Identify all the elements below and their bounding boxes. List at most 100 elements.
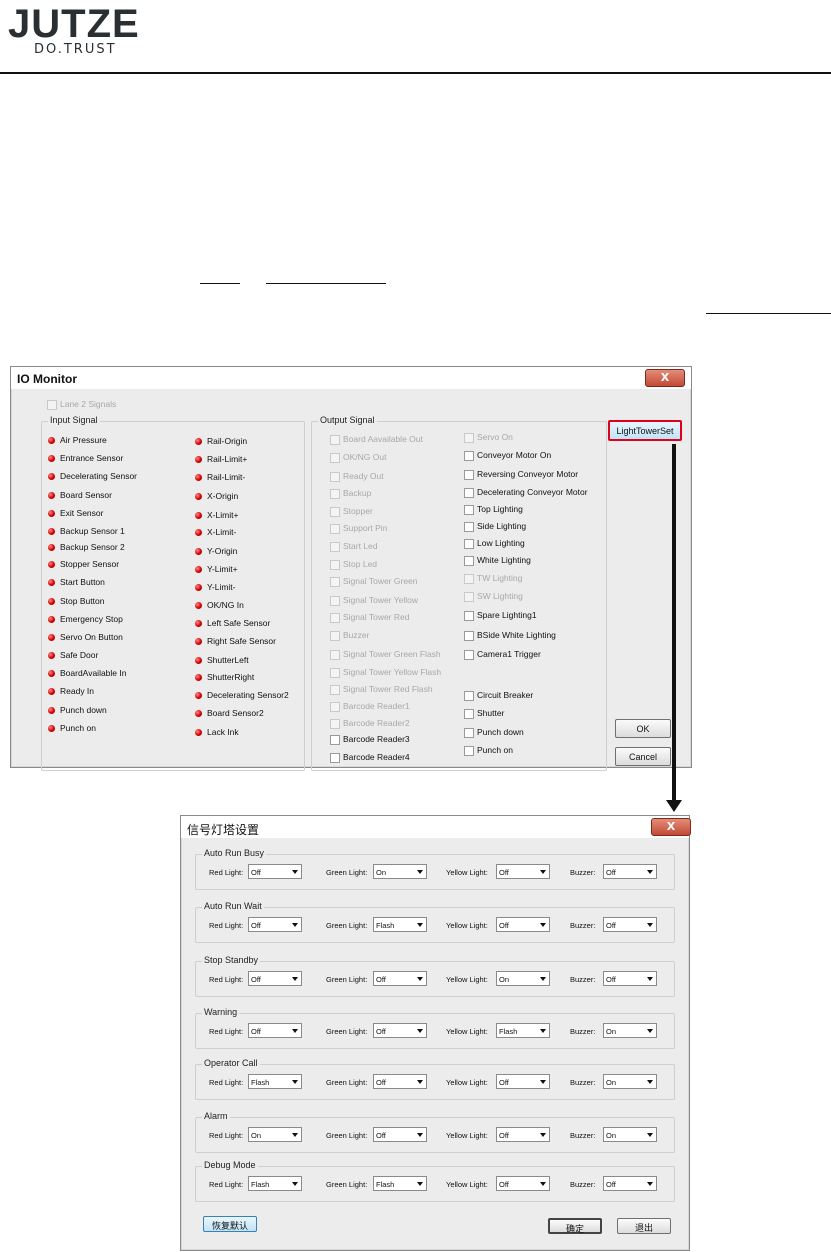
- output-signal-label: Backup: [343, 488, 372, 498]
- input-signal-label: Punch down: [60, 705, 107, 715]
- status-led-icon: [48, 455, 55, 462]
- output-signal-checkbox[interactable]: [330, 753, 340, 763]
- light-state-select[interactable]: On: [373, 864, 427, 879]
- chevron-down-icon: [647, 1133, 653, 1137]
- light-state-select[interactable]: Off: [373, 1023, 427, 1038]
- chevron-down-icon: [417, 1029, 423, 1033]
- status-led-icon: [195, 692, 202, 699]
- ok-button[interactable]: OK: [615, 719, 671, 738]
- output-signal-checkbox[interactable]: [464, 522, 474, 532]
- output-signal-checkbox[interactable]: [330, 435, 340, 445]
- light-state-select[interactable]: Off: [496, 1127, 550, 1142]
- output-signal-checkbox[interactable]: [464, 574, 474, 584]
- output-signal-checkbox[interactable]: [330, 650, 340, 660]
- exit-button[interactable]: 退出: [617, 1218, 671, 1234]
- output-signal-checkbox[interactable]: [330, 524, 340, 534]
- select-value: Off: [376, 1131, 386, 1140]
- light-state-select[interactable]: On: [603, 1023, 657, 1038]
- output-signal-checkbox[interactable]: [464, 539, 474, 549]
- chevron-down-icon: [292, 1080, 298, 1084]
- status-led-icon: [48, 492, 55, 499]
- output-signal-checkbox[interactable]: [464, 709, 474, 719]
- output-signal-checkbox[interactable]: [464, 611, 474, 621]
- output-signal-checkbox[interactable]: [330, 685, 340, 695]
- output-signal-checkbox[interactable]: [330, 489, 340, 499]
- output-signal-label: Punch on: [477, 745, 513, 755]
- light-state-select[interactable]: Off: [603, 864, 657, 879]
- output-signal-checkbox[interactable]: [330, 542, 340, 552]
- output-signal-checkbox[interactable]: [464, 433, 474, 443]
- light-state-select[interactable]: Off: [603, 1176, 657, 1191]
- light-state-select[interactable]: Off: [496, 917, 550, 932]
- light-state-select[interactable]: Off: [373, 1127, 427, 1142]
- light-state-select[interactable]: Flash: [373, 1176, 427, 1191]
- output-signal-label: Barcode Reader1: [343, 701, 410, 711]
- status-led-icon: [195, 584, 202, 591]
- output-signal-checkbox[interactable]: [464, 556, 474, 566]
- light-state-select[interactable]: Off: [248, 864, 302, 879]
- output-signal-checkbox[interactable]: [464, 488, 474, 498]
- output-signal-checkbox[interactable]: [330, 596, 340, 606]
- light-state-select[interactable]: On: [603, 1127, 657, 1142]
- light-state-select[interactable]: Flash: [248, 1176, 302, 1191]
- light-state-select[interactable]: Flash: [496, 1023, 550, 1038]
- light-state-select[interactable]: On: [248, 1127, 302, 1142]
- output-signal-checkbox[interactable]: [464, 631, 474, 641]
- light-state-select[interactable]: On: [603, 1074, 657, 1089]
- light-state-select[interactable]: Off: [248, 917, 302, 932]
- light-state-select[interactable]: Off: [603, 917, 657, 932]
- output-signal-label: Barcode Reader3: [343, 734, 410, 744]
- output-signal-checkbox[interactable]: [464, 505, 474, 515]
- restore-default-button[interactable]: 恢复默认: [203, 1216, 257, 1232]
- output-signal-checkbox[interactable]: [330, 507, 340, 517]
- light-tower-set-button[interactable]: LightTowerSet: [608, 420, 682, 441]
- lane2-checkbox[interactable]: [47, 400, 57, 410]
- light-state-select[interactable]: Flash: [373, 917, 427, 932]
- output-signal-checkbox[interactable]: [464, 470, 474, 480]
- output-signal-checkbox[interactable]: [330, 472, 340, 482]
- input-signal-label: Backup Sensor 2: [60, 542, 125, 552]
- output-signal-checkbox[interactable]: [464, 691, 474, 701]
- input-signal-label: Board Sensor2: [207, 708, 264, 718]
- output-signal-checkbox[interactable]: [330, 631, 340, 641]
- output-signal-checkbox[interactable]: [330, 719, 340, 729]
- output-signal-checkbox[interactable]: [330, 560, 340, 570]
- cancel-button[interactable]: Cancel: [615, 747, 671, 766]
- close-button[interactable]: X: [651, 818, 691, 836]
- light-state-select[interactable]: Flash: [248, 1074, 302, 1089]
- light-state-select[interactable]: Off: [496, 1074, 550, 1089]
- output-signal-label: Support Pin: [343, 523, 388, 533]
- output-signal-checkbox[interactable]: [330, 577, 340, 587]
- output-signal-checkbox[interactable]: [330, 702, 340, 712]
- light-state-select[interactable]: Off: [496, 1176, 550, 1191]
- output-signal-checkbox[interactable]: [330, 735, 340, 745]
- input-signal-label: Exit Sensor: [60, 508, 104, 518]
- output-signal-checkbox[interactable]: [330, 668, 340, 678]
- status-led-icon: [48, 616, 55, 623]
- light-state-select[interactable]: Off: [373, 1074, 427, 1089]
- output-signal-checkbox[interactable]: [464, 592, 474, 602]
- light-state-select[interactable]: Off: [248, 1023, 302, 1038]
- output-signal-checkbox[interactable]: [464, 650, 474, 660]
- input-signal-label: BoardAvailable In: [60, 668, 127, 678]
- output-signal-checkbox[interactable]: [464, 728, 474, 738]
- light-state-select[interactable]: Off: [603, 971, 657, 986]
- output-signal-checkbox[interactable]: [464, 746, 474, 756]
- output-signal-checkbox[interactable]: [464, 451, 474, 461]
- light-state-select[interactable]: On: [496, 971, 550, 986]
- light-state-select[interactable]: Off: [248, 971, 302, 986]
- light-state-select[interactable]: Off: [496, 864, 550, 879]
- light-state-select[interactable]: Off: [373, 971, 427, 986]
- chevron-down-icon: [540, 870, 546, 874]
- output-signal-checkbox[interactable]: [330, 613, 340, 623]
- chevron-down-icon: [417, 923, 423, 927]
- mode-group-label: Auto Run Wait: [202, 901, 264, 911]
- input-signal-label: Decelerating Sensor2: [207, 690, 289, 700]
- close-button[interactable]: X: [645, 369, 685, 387]
- output-signal-label: Punch down: [477, 727, 524, 737]
- confirm-button[interactable]: 确定: [548, 1218, 602, 1234]
- output-signal-label: Signal Tower Green Flash: [343, 649, 441, 659]
- output-signal-label: Decelerating Conveyor Motor: [477, 487, 588, 497]
- field-label: Red Light:: [209, 1078, 244, 1087]
- output-signal-checkbox[interactable]: [330, 453, 340, 463]
